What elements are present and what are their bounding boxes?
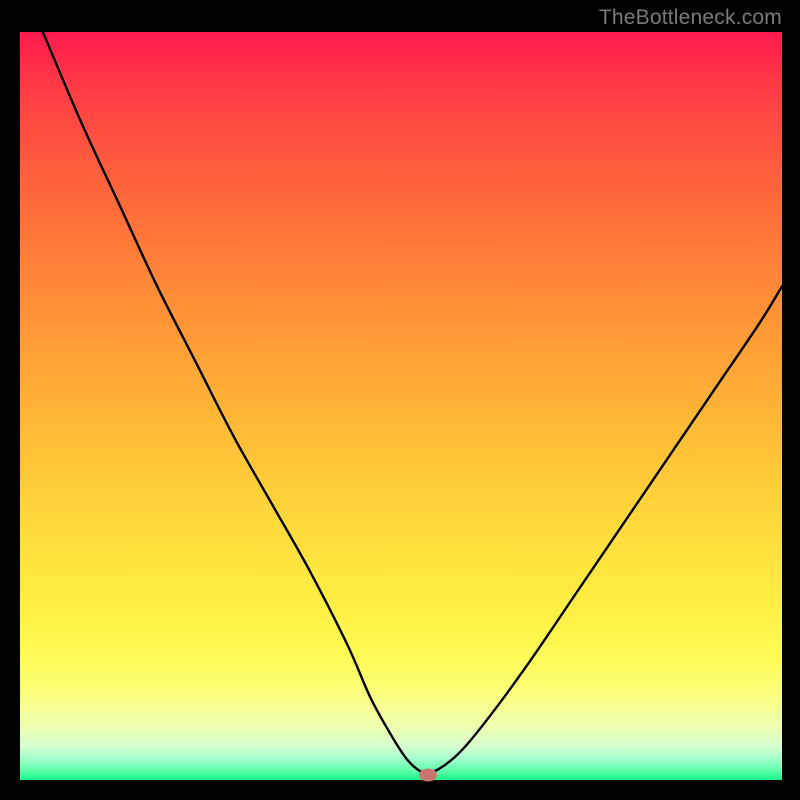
chart-outer-frame: TheBottleneck.com <box>0 0 800 800</box>
chart-plot-area <box>20 32 782 780</box>
minimum-marker <box>419 768 437 781</box>
bottleneck-curve <box>20 32 782 780</box>
attribution-label: TheBottleneck.com <box>599 6 782 30</box>
